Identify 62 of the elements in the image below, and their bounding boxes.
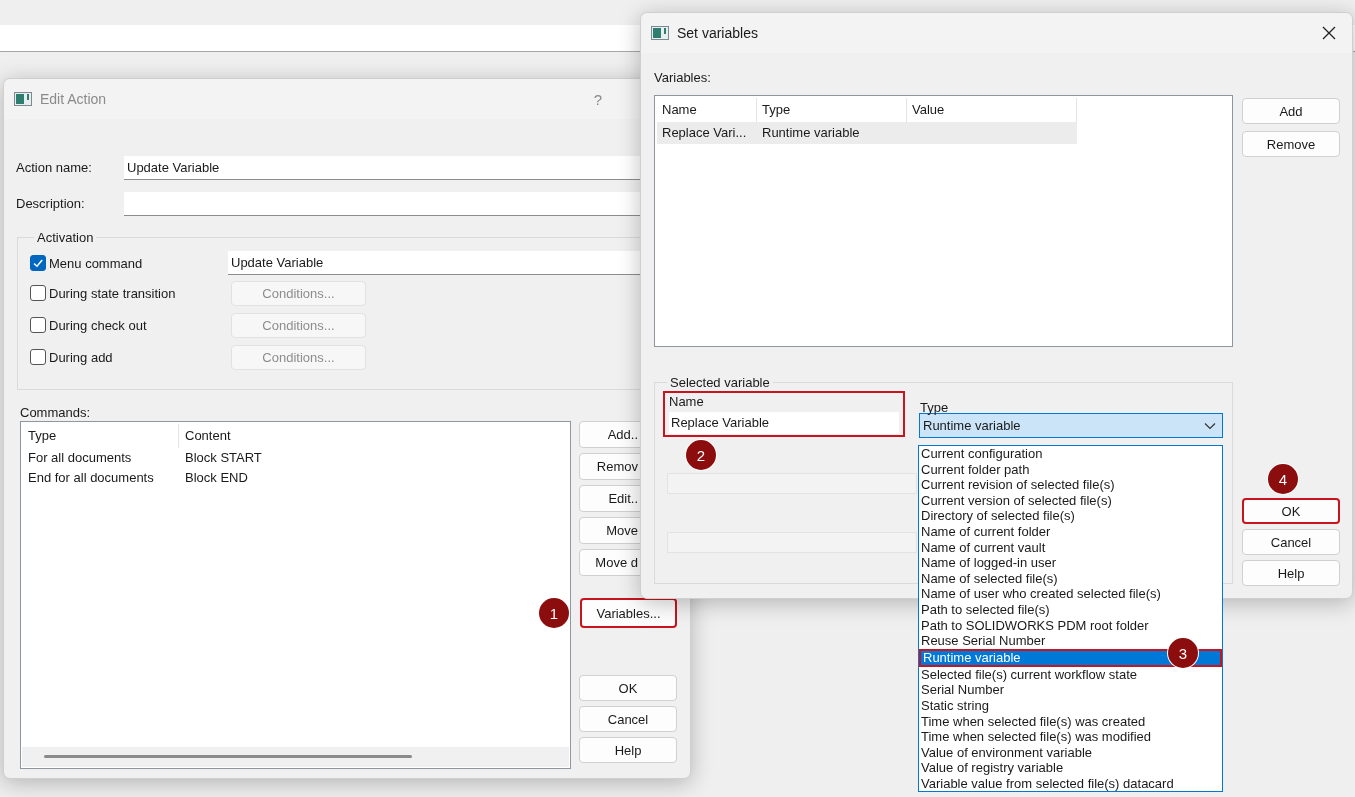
table-cell-text: Block START [185, 449, 263, 467]
checkbox-label: During add [49, 349, 113, 365]
group-title: Selected variable [669, 375, 771, 390]
name-label: Name [669, 394, 705, 411]
dialog-button[interactable]: OK [1242, 498, 1340, 524]
window-icon [651, 26, 669, 40]
window-title: Set variables [677, 25, 759, 41]
table-cell-text: Runtime variable [761, 124, 861, 142]
step-badge: 1 [539, 598, 569, 628]
checkbox-label: Menu command [49, 255, 143, 271]
dropdown-option[interactable]: Current folder path [919, 461, 1222, 478]
dropdown-option[interactable]: Value of environment variable [919, 744, 1222, 761]
checkbox-label: During state transition [49, 285, 176, 301]
dropdown-option[interactable]: Time when selected file(s) was modified [919, 729, 1222, 745]
dialog-button[interactable]: Help [579, 737, 677, 763]
dropdown-option[interactable]: Variable value from selected file(s) datacard [919, 775, 1222, 792]
step-badge: 2 [686, 440, 716, 470]
field-label: Description: [16, 196, 86, 211]
dropdown-option[interactable]: Path to selected file(s) [919, 601, 1222, 618]
dropdown-option[interactable]: Path to SOLIDWORKS PDM root folder [919, 617, 1222, 634]
table-cell-text: For all documents [28, 449, 133, 467]
column-header[interactable]: Type [28, 424, 179, 448]
dialog-button[interactable]: Cancel [1242, 529, 1340, 555]
scrollbar[interactable] [22, 747, 569, 767]
dropdown-option[interactable]: Name of logged-in user [919, 555, 1222, 571]
table-cell-text: Replace Vari... [661, 124, 748, 142]
dialog-button[interactable]: Cancel [579, 706, 677, 732]
dropdown-option[interactable]: Current configuration [919, 446, 1222, 462]
dialog-button[interactable]: Help [1242, 560, 1340, 586]
commands-label: Commands: [19, 405, 91, 421]
dropdown-option[interactable]: Name of current vault [919, 539, 1222, 556]
window-title: Edit Action [40, 91, 108, 107]
dropdown-option[interactable]: Name of selected file(s) [919, 570, 1222, 587]
table-cell-text: End for all documents [28, 469, 155, 487]
field-label: Action name: [16, 160, 93, 175]
step-badge: 4 [1268, 464, 1298, 494]
close-icon[interactable] [1322, 26, 1336, 40]
checkbox[interactable] [30, 255, 46, 271]
dropdown-option[interactable]: Time when selected file(s) was created [919, 713, 1222, 730]
column-header[interactable]: Content [185, 424, 237, 448]
dropdown-option[interactable]: Current revision of selected file(s) [919, 477, 1222, 493]
window-icon [14, 92, 32, 106]
group-title: Activation [36, 230, 95, 245]
variables-label: Variables: [654, 70, 712, 87]
table-cell-text: Block END [185, 469, 249, 487]
table-row[interactable]: Replace Vari... Runtime variable [657, 122, 1077, 144]
dropdown-option[interactable]: Name of current folder [919, 523, 1222, 540]
dropdown-option[interactable]: Value of registry variable [919, 760, 1222, 776]
dropdown-option[interactable]: Directory of selected file(s) [919, 508, 1222, 524]
dropdown-option[interactable]: Serial Number [919, 682, 1222, 698]
name-field[interactable]: Replace Variable [669, 412, 899, 434]
dropdown-option[interactable]: Selected file(s) current workflow state [919, 666, 1222, 683]
table-button[interactable]: Remove [1242, 131, 1340, 157]
command-button[interactable]: Variables... [580, 598, 677, 628]
dialog-button[interactable]: OK [579, 675, 677, 701]
dropdown-option[interactable]: Current version of selected file(s) [919, 492, 1222, 509]
table-button[interactable]: Add [1242, 98, 1340, 124]
dropdown-option[interactable]: Name of user who created selected file(s) [919, 586, 1222, 602]
type-label: Type [919, 400, 950, 414]
checkbox-label: During check out [49, 317, 147, 333]
chevron-down-icon [1204, 421, 1216, 430]
dropdown-option[interactable]: Static string [919, 697, 1222, 714]
